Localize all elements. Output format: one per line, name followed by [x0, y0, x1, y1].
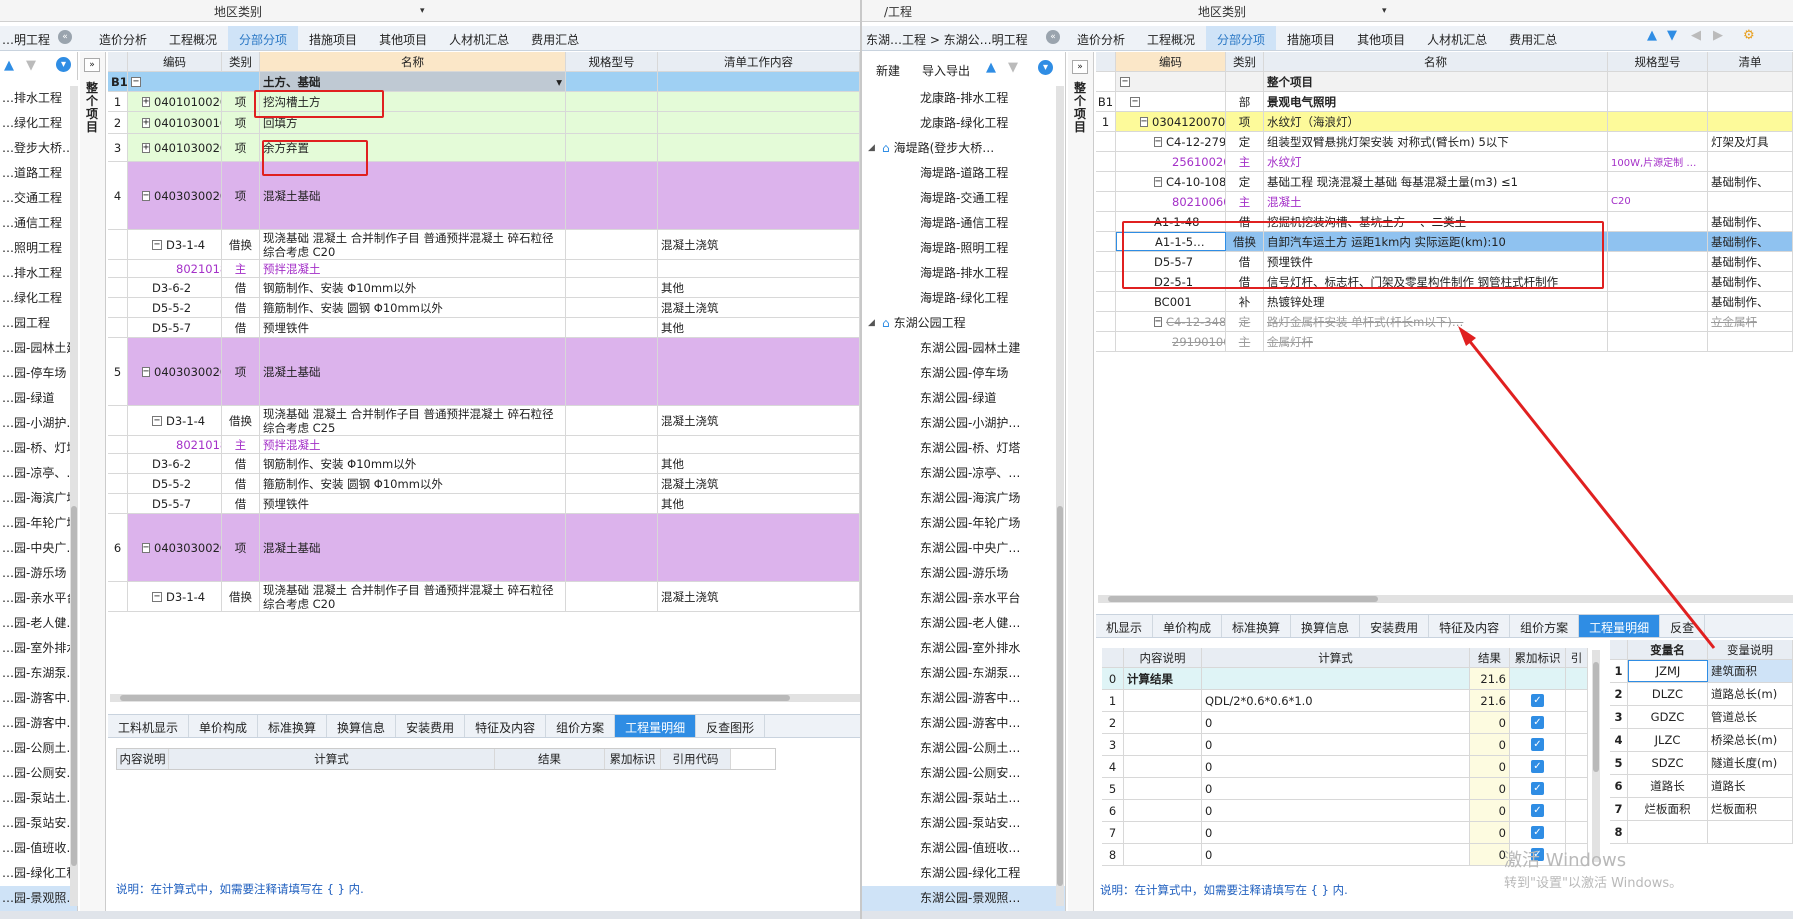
- annotation-arrow: [1458, 326, 1716, 649]
